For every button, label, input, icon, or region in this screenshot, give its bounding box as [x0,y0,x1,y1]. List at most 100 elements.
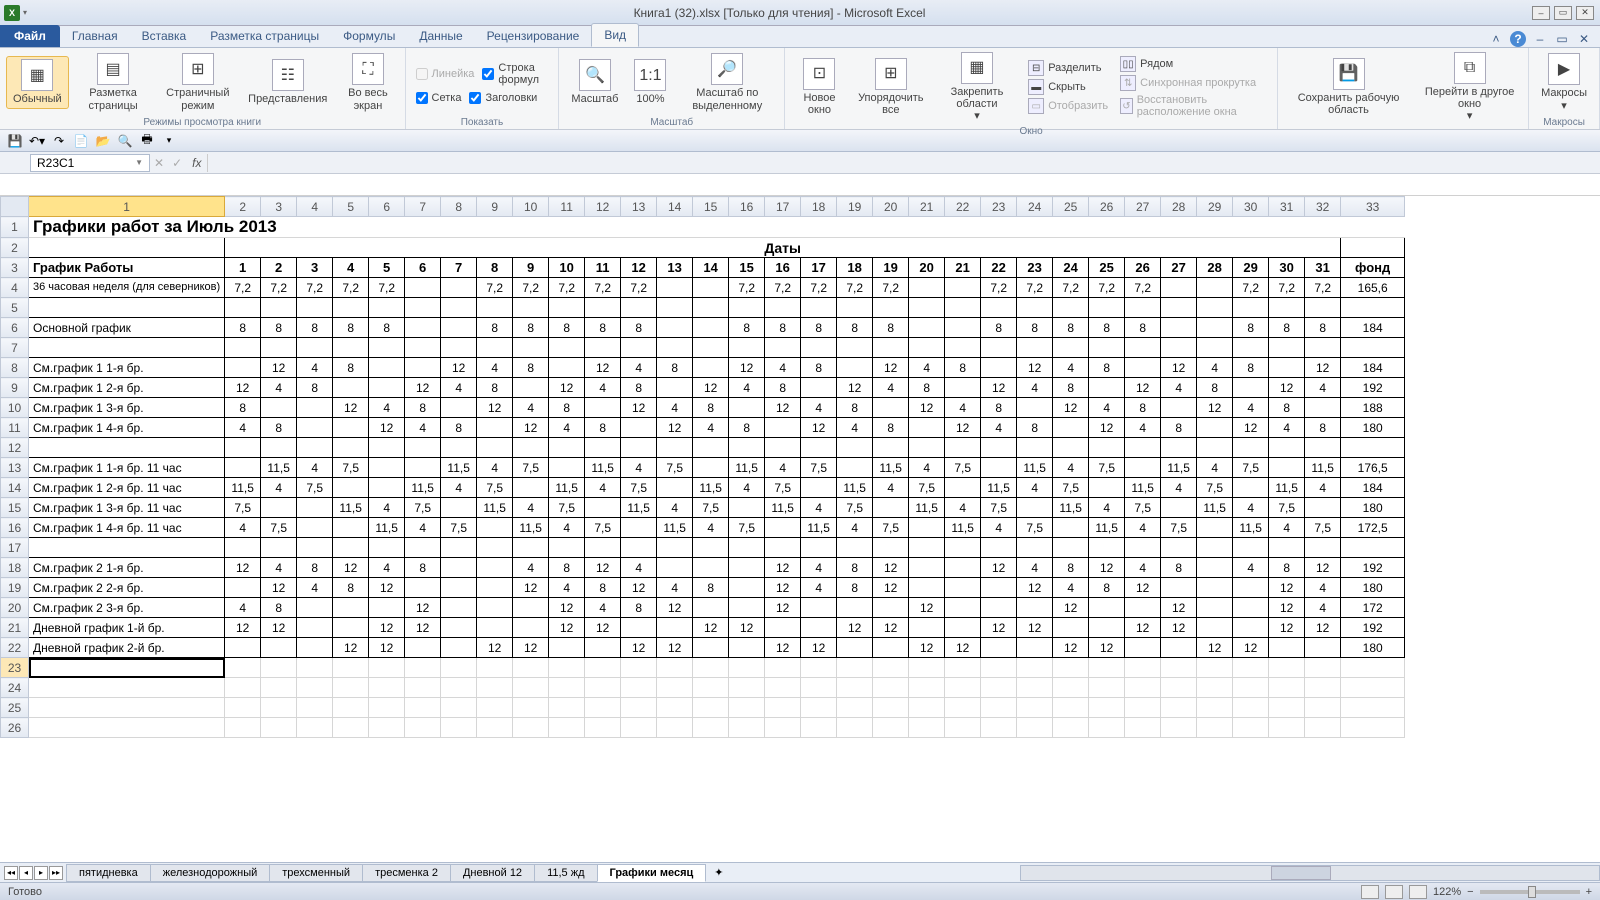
cell[interactable]: 7,2 [1233,278,1269,298]
cell[interactable] [873,638,909,658]
cell[interactable]: 12 [513,578,549,598]
cell[interactable] [297,298,333,318]
cell[interactable]: 4 [945,398,981,418]
cell[interactable] [693,358,729,378]
cell[interactable] [837,638,873,658]
cell[interactable]: 8 [801,358,837,378]
cell[interactable] [1197,558,1233,578]
cell[interactable] [1017,398,1053,418]
cell[interactable]: 12 [1089,558,1125,578]
cell[interactable]: 4 [1305,598,1341,618]
cell[interactable]: 8 [765,378,801,398]
sheet-tab[interactable]: тресменка 2 [362,864,451,882]
cell[interactable]: 4 [1233,498,1269,518]
cell[interactable] [549,458,585,478]
zoom-level[interactable]: 122% [1433,886,1461,898]
cell[interactable]: 8 [837,578,873,598]
cell[interactable]: 4 [225,518,261,538]
custom-views-button[interactable]: ☷Представления [242,57,333,107]
cell[interactable] [1161,338,1197,358]
cell[interactable] [873,538,909,558]
cell[interactable]: 8 [1089,578,1125,598]
cell[interactable]: 7,2 [549,278,585,298]
cell[interactable] [297,598,333,618]
enter-icon[interactable]: ✓ [168,156,186,170]
cell[interactable] [297,518,333,538]
col-header[interactable]: 13 [621,197,657,217]
cell[interactable]: 12 [945,418,981,438]
row-label[interactable]: См.график 1 4-я бр. [29,418,225,438]
cell[interactable]: 4 [549,518,585,538]
cell[interactable]: 12 [1017,618,1053,638]
zoom-in-icon[interactable]: + [1586,886,1592,898]
cell[interactable] [837,438,873,458]
cell[interactable]: 7,5 [765,478,801,498]
col-header[interactable]: 17 [765,197,801,217]
cell[interactable] [1089,378,1125,398]
cell[interactable] [1089,538,1125,558]
cell[interactable] [405,458,441,478]
sheet-tab[interactable]: железнодорожный [150,864,271,882]
cell[interactable]: 7,5 [657,458,693,478]
cell[interactable]: 12 [1053,598,1089,618]
cell[interactable] [981,338,1017,358]
cell[interactable]: 7,2 [1053,278,1089,298]
cell[interactable]: 4 [297,578,333,598]
cell[interactable]: 4 [1269,418,1305,438]
col-header[interactable]: 8 [441,197,477,217]
cell[interactable]: 8 [1161,558,1197,578]
fund-cell[interactable]: 184 [1341,318,1405,338]
cell[interactable]: 11,5 [225,478,261,498]
cell[interactable]: 11,5 [873,458,909,478]
cell[interactable] [1161,578,1197,598]
cell[interactable]: 4 [1305,578,1341,598]
cell[interactable] [1269,538,1305,558]
cell[interactable] [369,438,405,458]
cell[interactable]: 12 [1125,378,1161,398]
cell[interactable]: 12 [729,618,765,638]
cell[interactable] [333,518,369,538]
cell[interactable] [1197,438,1233,458]
cell[interactable]: 7,2 [1089,278,1125,298]
cell[interactable] [1197,598,1233,618]
cell[interactable]: 4 [981,518,1017,538]
cell[interactable] [1017,498,1053,518]
col-header[interactable]: 14 [657,197,693,217]
cell[interactable] [1053,418,1089,438]
cell[interactable] [1197,618,1233,638]
cell[interactable]: 11,5 [801,518,837,538]
cell[interactable] [1161,438,1197,458]
cell[interactable]: 11,5 [981,478,1017,498]
cell[interactable]: 8 [657,358,693,378]
cell[interactable]: 8 [261,598,297,618]
cell[interactable] [1089,598,1125,618]
formula-bar-checkbox[interactable]: Строка формул [478,61,552,87]
cell[interactable] [909,298,945,318]
cell[interactable]: 12 [1089,418,1125,438]
cell[interactable] [1233,338,1269,358]
cell[interactable]: 11,5 [549,478,585,498]
cell[interactable]: 4 [657,578,693,598]
cell[interactable] [1125,458,1161,478]
cell[interactable] [837,598,873,618]
cell[interactable]: 8 [693,578,729,598]
save-icon[interactable]: 💾 [6,132,24,150]
cell[interactable]: 11,5 [477,498,513,518]
cell[interactable] [765,518,801,538]
cell[interactable] [1053,538,1089,558]
cell[interactable]: 11,5 [261,458,297,478]
cell[interactable] [945,598,981,618]
cell[interactable] [837,458,873,478]
cell[interactable] [477,518,513,538]
cell[interactable] [441,298,477,318]
cell[interactable]: 7,5 [405,498,441,518]
row-label[interactable]: Дневной график 2-й бр. [29,638,225,658]
new-window-button[interactable]: ⊡Новое окно [791,56,848,118]
row-label[interactable] [29,338,225,358]
cell[interactable] [477,578,513,598]
window-minimize-icon[interactable]: – [1532,31,1548,47]
cell[interactable]: 8 [477,318,513,338]
cell[interactable] [1269,338,1305,358]
minimize-ribbon-icon[interactable]: ˄ [1488,31,1504,47]
cell[interactable] [693,538,729,558]
